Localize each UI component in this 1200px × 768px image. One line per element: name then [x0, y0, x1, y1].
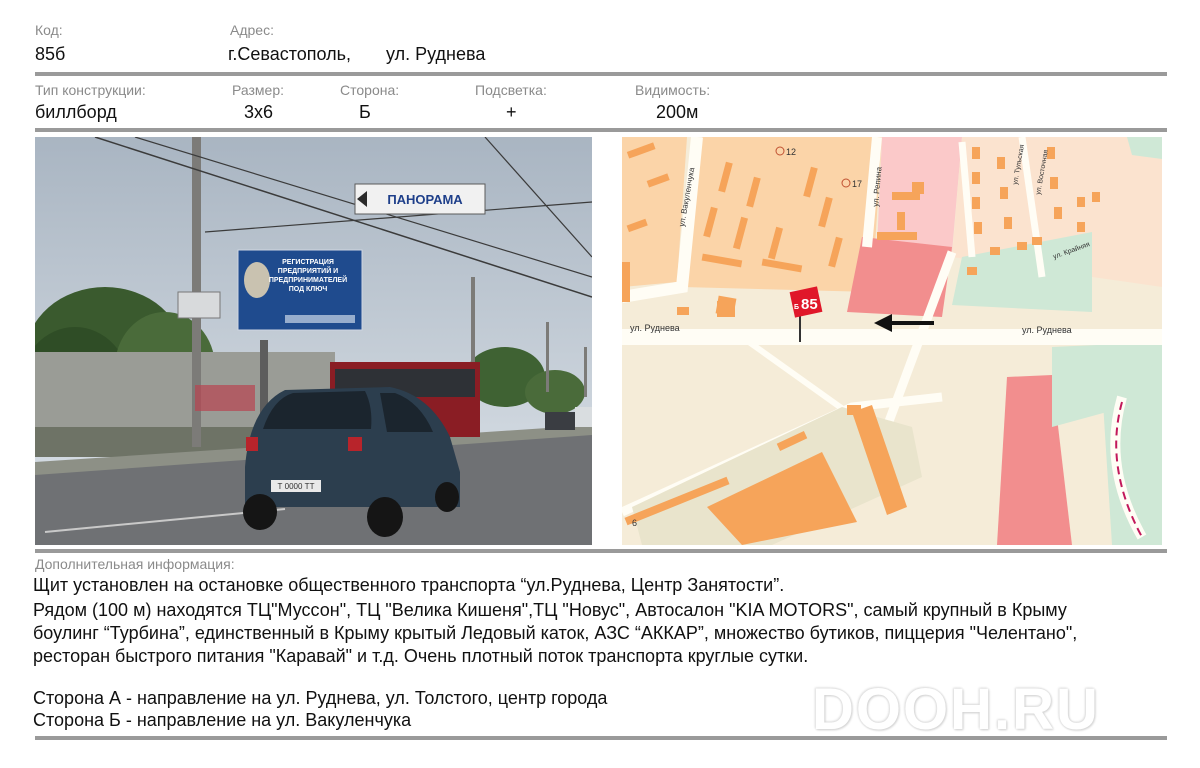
location-photo: РЕГИСТРАЦИЯ ПРЕДПРИЯТИЙ И ПРЕДПРИНИМАТЕЛ… — [35, 137, 592, 545]
side-a-direction: Сторона А - направление на ул. Руднева, … — [33, 688, 608, 708]
street-photo-illustration: РЕГИСТРАЦИЯ ПРЕДПРИЯТИЙ И ПРЕДПРИНИМАТЕЛ… — [35, 137, 592, 545]
marker-prefix: Б — [794, 304, 799, 311]
type-value: биллборд — [35, 102, 117, 122]
info-line-4: ресторан быстрого питания "Каравай" и т.… — [33, 646, 809, 666]
banner-text: ПАНОРАМА — [387, 192, 463, 207]
car-plate: Т 0000 ТТ — [278, 482, 315, 491]
watermark-logo: DOOH.RU — [812, 677, 1100, 742]
size-label: Размер: — [232, 82, 285, 98]
address-label: Адрес: — [230, 22, 274, 38]
visibility-label: Видимость: — [635, 82, 711, 98]
info-line-3: боулинг “Турбина”, единственный в Крыму … — [33, 623, 1078, 643]
type-label: Тип конструкции: — [35, 82, 146, 98]
map-street-label-left: ул. Руднева — [630, 323, 680, 333]
code-label: Код: — [35, 22, 63, 38]
side-value: Б — [359, 102, 371, 122]
side-label: Сторона: — [340, 82, 400, 98]
divider-top — [35, 72, 1167, 76]
code-value: 85б — [35, 44, 66, 64]
size-value: 3х6 — [244, 102, 274, 122]
billboard-line-3: ПРЕДПРИНИМАТЕЛЕЙ — [269, 275, 347, 284]
map-illustration: ул. Руднева ул. Руднева ул. Вакуленчука … — [622, 137, 1162, 545]
light-value: + — [506, 102, 517, 122]
info-line-2: Рядом (100 м) находятся ТЦ"Муссон", ТЦ "… — [33, 600, 1067, 620]
billboard-line-2: ПРЕДПРИЯТИЙ И — [278, 266, 338, 275]
divider-specs — [35, 128, 1167, 132]
address-street: ул. Руднева — [386, 44, 486, 64]
divider-info — [35, 549, 1167, 553]
map-street-label-right: ул. Руднева — [1022, 325, 1072, 335]
info-label: Дополнительная информация: — [35, 556, 235, 572]
map-house-17: 17 — [852, 179, 862, 189]
info-line-1: Щит установлен на остановке общественног… — [33, 575, 785, 595]
address-city: г.Севастополь, — [228, 44, 352, 64]
map-house-6: 6 — [632, 518, 637, 528]
billboard-line-1: РЕГИСТРАЦИЯ — [282, 259, 334, 266]
visibility-value: 200м — [656, 102, 699, 122]
divider-bottom — [35, 736, 1167, 740]
light-label: Подсветка: — [475, 82, 547, 98]
marker-number: 85 — [801, 296, 818, 313]
location-map: ул. Руднева ул. Руднева ул. Вакуленчука … — [622, 137, 1162, 545]
billboard-line-4: ПОД КЛЮЧ — [289, 286, 328, 293]
side-b-direction: Сторона Б - направление на ул. Вакуленчу… — [33, 710, 412, 730]
map-house-12: 12 — [786, 147, 796, 157]
